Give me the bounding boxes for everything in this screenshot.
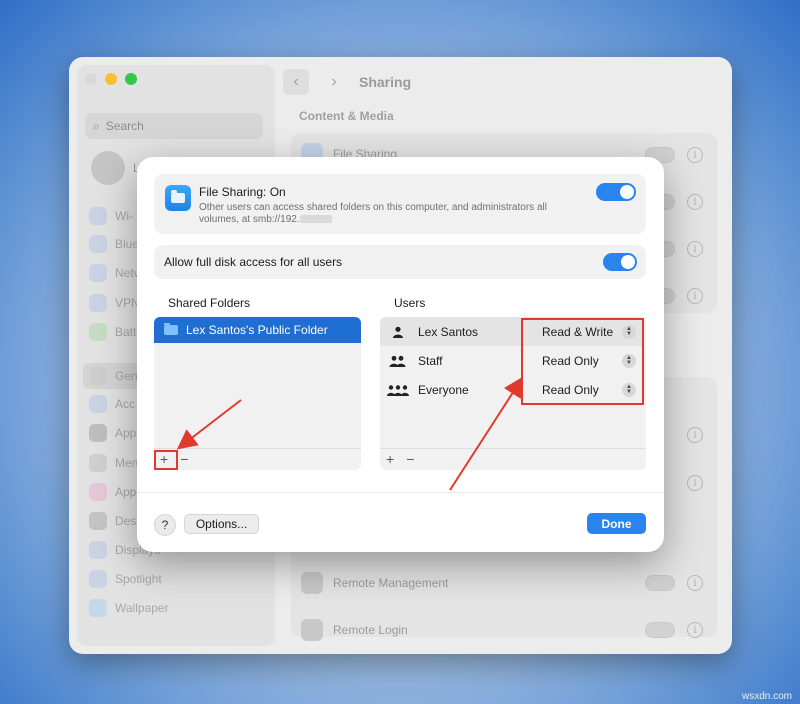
add-button-highlight-box xyxy=(154,450,178,470)
watermark: wsxdn.com xyxy=(741,691,792,702)
globe-icon xyxy=(89,264,107,282)
appearance-icon xyxy=(89,424,107,442)
shared-folders-header: Shared Folders xyxy=(168,296,251,310)
info-icon[interactable]: i xyxy=(687,288,703,304)
window-toolbar: ‹ › Sharing xyxy=(283,69,411,95)
users-header: Users xyxy=(394,296,426,310)
add-user-button[interactable]: + xyxy=(386,451,394,467)
info-icon[interactable]: i xyxy=(687,475,703,491)
options-button[interactable]: Options... xyxy=(184,514,259,534)
full-disk-access-label: Allow full disk access for all users xyxy=(164,255,343,269)
help-button[interactable]: ? xyxy=(154,514,176,536)
shared-folder-item[interactable]: Lex Santos's Public Folder xyxy=(154,317,361,343)
file-sharing-toggle[interactable] xyxy=(596,183,636,201)
chevron-right-icon: › xyxy=(331,73,337,90)
remove-folder-button[interactable]: − xyxy=(180,451,188,467)
permissions-highlight-box xyxy=(521,318,644,405)
info-icon[interactable]: i xyxy=(687,147,703,163)
two-people-icon xyxy=(386,355,410,367)
folder-icon xyxy=(164,323,178,335)
apple-intelligence-icon xyxy=(89,483,107,501)
zoom-window-button[interactable] xyxy=(125,73,137,85)
info-icon[interactable]: i xyxy=(687,241,703,257)
page-title: Sharing xyxy=(359,74,412,90)
desktop-dock-icon xyxy=(89,512,107,530)
search-placeholder: Search xyxy=(105,119,144,133)
accessibility-icon xyxy=(89,395,107,413)
users-footer: + − xyxy=(386,451,414,467)
list-divider xyxy=(154,448,361,449)
menu-bar-icon xyxy=(89,454,107,472)
remove-user-button[interactable]: − xyxy=(406,451,414,467)
avatar xyxy=(91,151,125,185)
sidebar-item-accessibility[interactable]: Acc xyxy=(89,395,135,413)
sidebar-item-menu-bar[interactable]: Men xyxy=(89,454,138,472)
user-name: Staff xyxy=(418,353,443,368)
terminal-icon xyxy=(301,619,323,641)
sidebar-item-vpn[interactable]: VPN xyxy=(89,294,140,312)
info-icon[interactable]: i xyxy=(687,575,703,591)
user-name: Everyone xyxy=(418,382,469,397)
remote-management-toggle[interactable] xyxy=(645,575,675,591)
list-divider xyxy=(380,448,646,449)
remote-management-row[interactable]: Remote Management xyxy=(301,572,448,594)
battery-icon xyxy=(89,323,107,341)
wallpaper-icon xyxy=(89,599,107,617)
binoculars-icon xyxy=(301,572,323,594)
group-icon xyxy=(386,384,410,396)
user-name: Lex Santos xyxy=(418,324,479,339)
sidebar-item-appearance[interactable]: App xyxy=(89,424,136,442)
full-disk-access-toggle[interactable] xyxy=(603,253,637,271)
sidebar-item-bluetooth[interactable]: Blue xyxy=(89,235,139,253)
minimize-window-button[interactable] xyxy=(105,73,117,85)
info-icon[interactable]: i xyxy=(687,427,703,443)
window-controls xyxy=(85,73,137,85)
chevron-left-icon: ‹ xyxy=(293,73,299,90)
display-icon xyxy=(89,541,107,559)
remote-login-toggle[interactable] xyxy=(645,622,675,638)
info-icon[interactable]: i xyxy=(687,622,703,638)
person-icon xyxy=(386,326,410,338)
remote-login-row[interactable]: Remote Login xyxy=(301,619,408,641)
vpn-icon xyxy=(89,294,107,312)
file-sharing-status: File Sharing: On xyxy=(199,185,286,199)
sidebar-item-network[interactable]: Netv xyxy=(89,264,140,282)
bluetooth-icon xyxy=(89,235,107,253)
sidebar-item-apple-intelligence[interactable]: App xyxy=(89,483,136,501)
sidebar-item-desktop[interactable]: Desl xyxy=(89,512,139,530)
info-icon[interactable]: i xyxy=(687,194,703,210)
sidebar-item-general[interactable]: Gen xyxy=(89,367,138,385)
sidebar-item-wallpaper[interactable]: Wallpaper xyxy=(89,599,169,617)
redacted-ip xyxy=(299,215,332,224)
sidebar-item-wifi[interactable]: Wi- xyxy=(89,207,133,225)
spotlight-icon xyxy=(89,570,107,588)
done-button[interactable]: Done xyxy=(587,513,646,534)
back-button[interactable]: ‹ xyxy=(283,69,309,95)
sidebar-search-field[interactable]: ⌕ Search xyxy=(85,113,263,139)
close-window-button[interactable] xyxy=(85,73,97,85)
folder-icon xyxy=(165,185,191,211)
dialog-divider xyxy=(137,492,664,493)
forward-button[interactable]: › xyxy=(321,69,347,95)
section-title: Content & Media xyxy=(299,109,394,123)
file-sharing-description: Other users can access shared folders on… xyxy=(199,202,547,225)
wifi-icon xyxy=(89,207,107,225)
gear-icon xyxy=(89,367,107,385)
sidebar-item-spotlight[interactable]: Spotlight xyxy=(89,570,162,588)
search-icon: ⌕ xyxy=(93,118,100,133)
sidebar-item-battery[interactable]: Batt xyxy=(89,323,136,341)
